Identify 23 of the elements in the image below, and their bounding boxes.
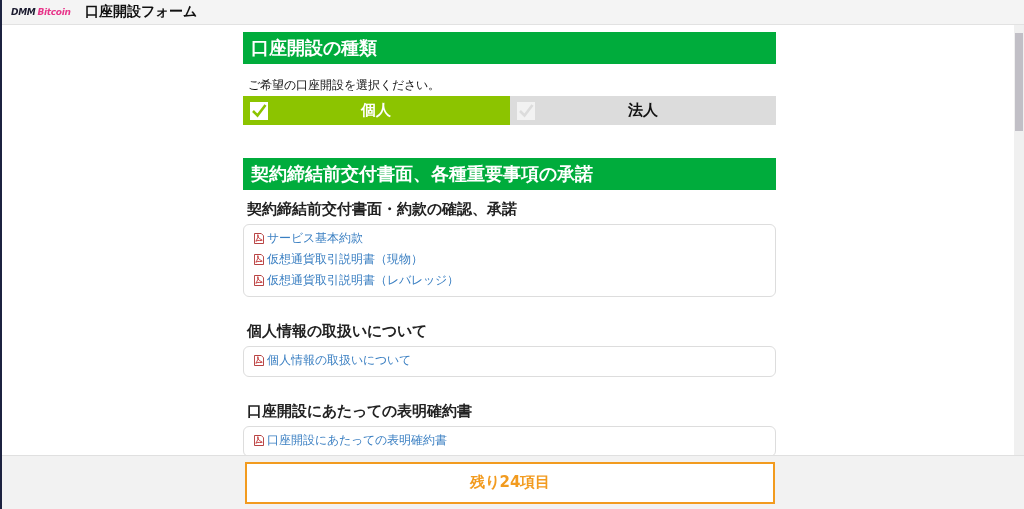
section-heading: 契約締結前交付書面、各種重要事項の承諾	[243, 158, 776, 190]
checkbox-icon[interactable]	[250, 101, 268, 120]
pdf-icon	[254, 254, 264, 265]
document-link[interactable]: 個人情報の取扱いについて	[267, 352, 411, 369]
document-link[interactable]: 仮想通貨取引説明書（現物）	[267, 251, 423, 268]
section-heading: 口座開設の種類	[243, 32, 776, 64]
logo-bitcoin: Bitcoin	[37, 7, 71, 17]
scrollbar-thumb[interactable]	[1015, 33, 1023, 131]
document-link[interactable]: サービス基本約款	[267, 230, 363, 247]
pdf-icon	[254, 275, 264, 286]
pdf-icon	[254, 435, 264, 446]
pdf-icon	[254, 355, 264, 366]
subsection-heading: 口座開設にあたっての表明確約書	[247, 401, 473, 421]
page-title: 口座開設フォーム	[84, 3, 197, 21]
logo-dmm: DMM	[11, 7, 36, 17]
document-link[interactable]: 仮想通貨取引説明書（レバレッジ）	[267, 272, 459, 289]
document-link[interactable]: 口座開設にあたっての表明確約書	[267, 432, 447, 449]
subsection-heading: 契約締結前交付書面・約款の確認、承諾	[247, 199, 518, 219]
subsection-heading: 個人情報の取扱いについて	[247, 321, 428, 341]
instruction-text: ご希望の口座開設を選択ください。	[248, 78, 441, 92]
scrollbar[interactable]	[1014, 25, 1024, 455]
account-type-option[interactable]: 法人	[509, 96, 776, 125]
pdf-icon	[254, 233, 264, 244]
